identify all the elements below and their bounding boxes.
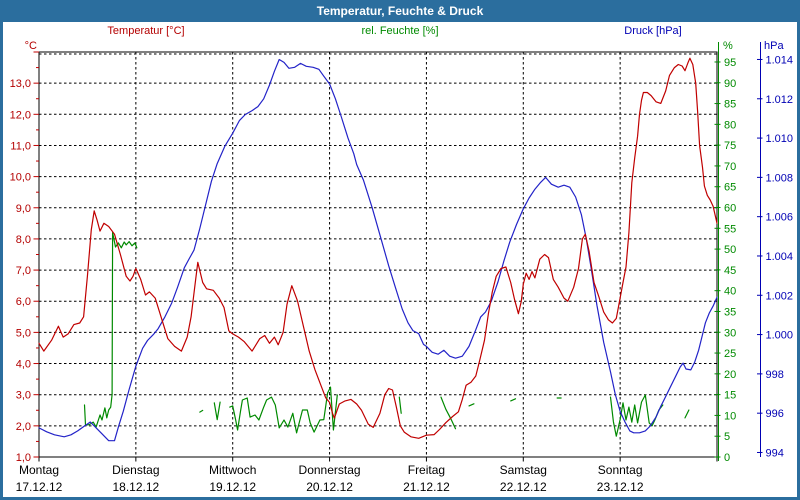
pressure-line — [38, 58, 718, 442]
humidity-tick-label: 20 — [724, 369, 736, 381]
humidity-tick-label: 95 — [724, 57, 736, 69]
day-date-label: 20.12.12 — [306, 480, 353, 494]
humidity-tick-label: 40 — [724, 286, 736, 298]
day-date-label: 17.12.12 — [16, 480, 63, 494]
temp-tick-label: 6,0 — [16, 296, 31, 308]
temp-tick-label: 10,0 — [10, 172, 31, 184]
humidity-line — [609, 394, 664, 437]
day-name-label: Sonntag — [598, 463, 643, 477]
humidity-line — [213, 401, 221, 421]
day-date-label: 19.12.12 — [209, 480, 256, 494]
temp-tick-label: 13,0 — [10, 78, 31, 90]
humidity-tick-label: 60 — [724, 203, 736, 215]
humidity-tick-label: 65 — [724, 182, 736, 194]
day-name-label: Mittwoch — [209, 463, 256, 477]
pressure-tick-label: 1.004 — [766, 251, 794, 263]
pressure-tick-label: 1.012 — [766, 94, 794, 106]
humidity-tick-label: 0 — [724, 452, 730, 464]
day-name-label: Montag — [19, 463, 59, 477]
temp-tick-label: 8,0 — [16, 234, 31, 246]
humidity-line — [440, 396, 457, 430]
humidity-tick-label: 30 — [724, 327, 736, 339]
pressure-tick-label: 998 — [766, 369, 784, 381]
humidity-tick-label: 5 — [724, 431, 730, 443]
humidity-line — [199, 409, 204, 413]
humidity-unit-label: % — [723, 40, 733, 52]
temp-tick-label: 3,0 — [16, 390, 31, 402]
humidity-tick-label: 55 — [724, 223, 736, 235]
humidity-tick-label: 15 — [724, 390, 736, 402]
day-date-label: 18.12.12 — [112, 480, 159, 494]
humidity-tick-label: 75 — [724, 140, 736, 152]
pressure-tick-label: 1.006 — [766, 212, 794, 224]
day-date-label: 21.12.12 — [403, 480, 450, 494]
humidity-line — [398, 396, 402, 414]
humidity-line — [83, 231, 138, 428]
title-bar: Temperatur, Feuchte & Druck — [0, 0, 800, 22]
temp-tick-label: 7,0 — [16, 265, 31, 277]
legend-temperature: Temperatur [°C] — [107, 25, 185, 37]
humidity-tick-label: 10 — [724, 410, 736, 422]
pressure-tick-label: 994 — [766, 447, 784, 459]
humidity-tick-label: 45 — [724, 265, 736, 277]
legend-humidity: rel. Feuchte [%] — [361, 25, 439, 37]
day-date-label: 22.12.12 — [500, 480, 547, 494]
legend-pressure: Druck [hPa] — [624, 25, 682, 37]
app-window: Temperatur, Feuchte & Druck Montag 17.12.… — [0, 0, 800, 500]
day-name-label: Dienstag — [112, 463, 159, 477]
temp-tick-label: 11,0 — [10, 140, 31, 152]
temperature-line — [38, 57, 718, 439]
humidity-tick-label: 35 — [724, 306, 736, 318]
pressure-tick-label: 996 — [766, 408, 784, 420]
humidity-line — [510, 398, 517, 402]
chart-canvas: Montag 17.12.12 Dienstag 18.12.12 Mittwoch 19… — [10, 42, 794, 494]
temp-tick-label: 4,0 — [16, 359, 31, 371]
day-name-label: Samstag — [500, 463, 547, 477]
temp-tick-label: 12,0 — [10, 109, 31, 121]
page-title: Temperatur, Feuchte & Druck — [316, 4, 484, 18]
day-name-label: Donnerstag — [299, 463, 361, 477]
pressure-tick-label: 1.000 — [766, 330, 794, 342]
pressure-tick-label: 1.008 — [766, 172, 794, 184]
pressure-tick-label: 1.002 — [766, 290, 794, 302]
day-date-label: 23.12.12 — [597, 480, 644, 494]
temp-tick-label: 9,0 — [16, 203, 31, 215]
temp-tick-label: 5,0 — [16, 327, 31, 339]
day-name-label: Freitag — [408, 463, 445, 477]
humidity-tick-label: 50 — [724, 244, 736, 256]
humidity-tick-label: 90 — [724, 78, 736, 90]
temp-unit-label: °C — [24, 40, 37, 52]
temp-tick-label: 1,0 — [16, 452, 31, 464]
humidity-line — [468, 403, 475, 407]
pressure-tick-label: 1.014 — [766, 54, 794, 66]
temp-tick-label: 2,0 — [16, 421, 31, 433]
humidity-tick-label: 25 — [724, 348, 736, 360]
humidity-line — [684, 409, 690, 419]
pressure-tick-label: 1.010 — [766, 133, 794, 145]
pressure-unit-label: hPa — [764, 40, 784, 52]
humidity-tick-label: 70 — [724, 161, 736, 173]
humidity-tick-label: 85 — [724, 99, 736, 111]
humidity-tick-label: 80 — [724, 119, 736, 131]
